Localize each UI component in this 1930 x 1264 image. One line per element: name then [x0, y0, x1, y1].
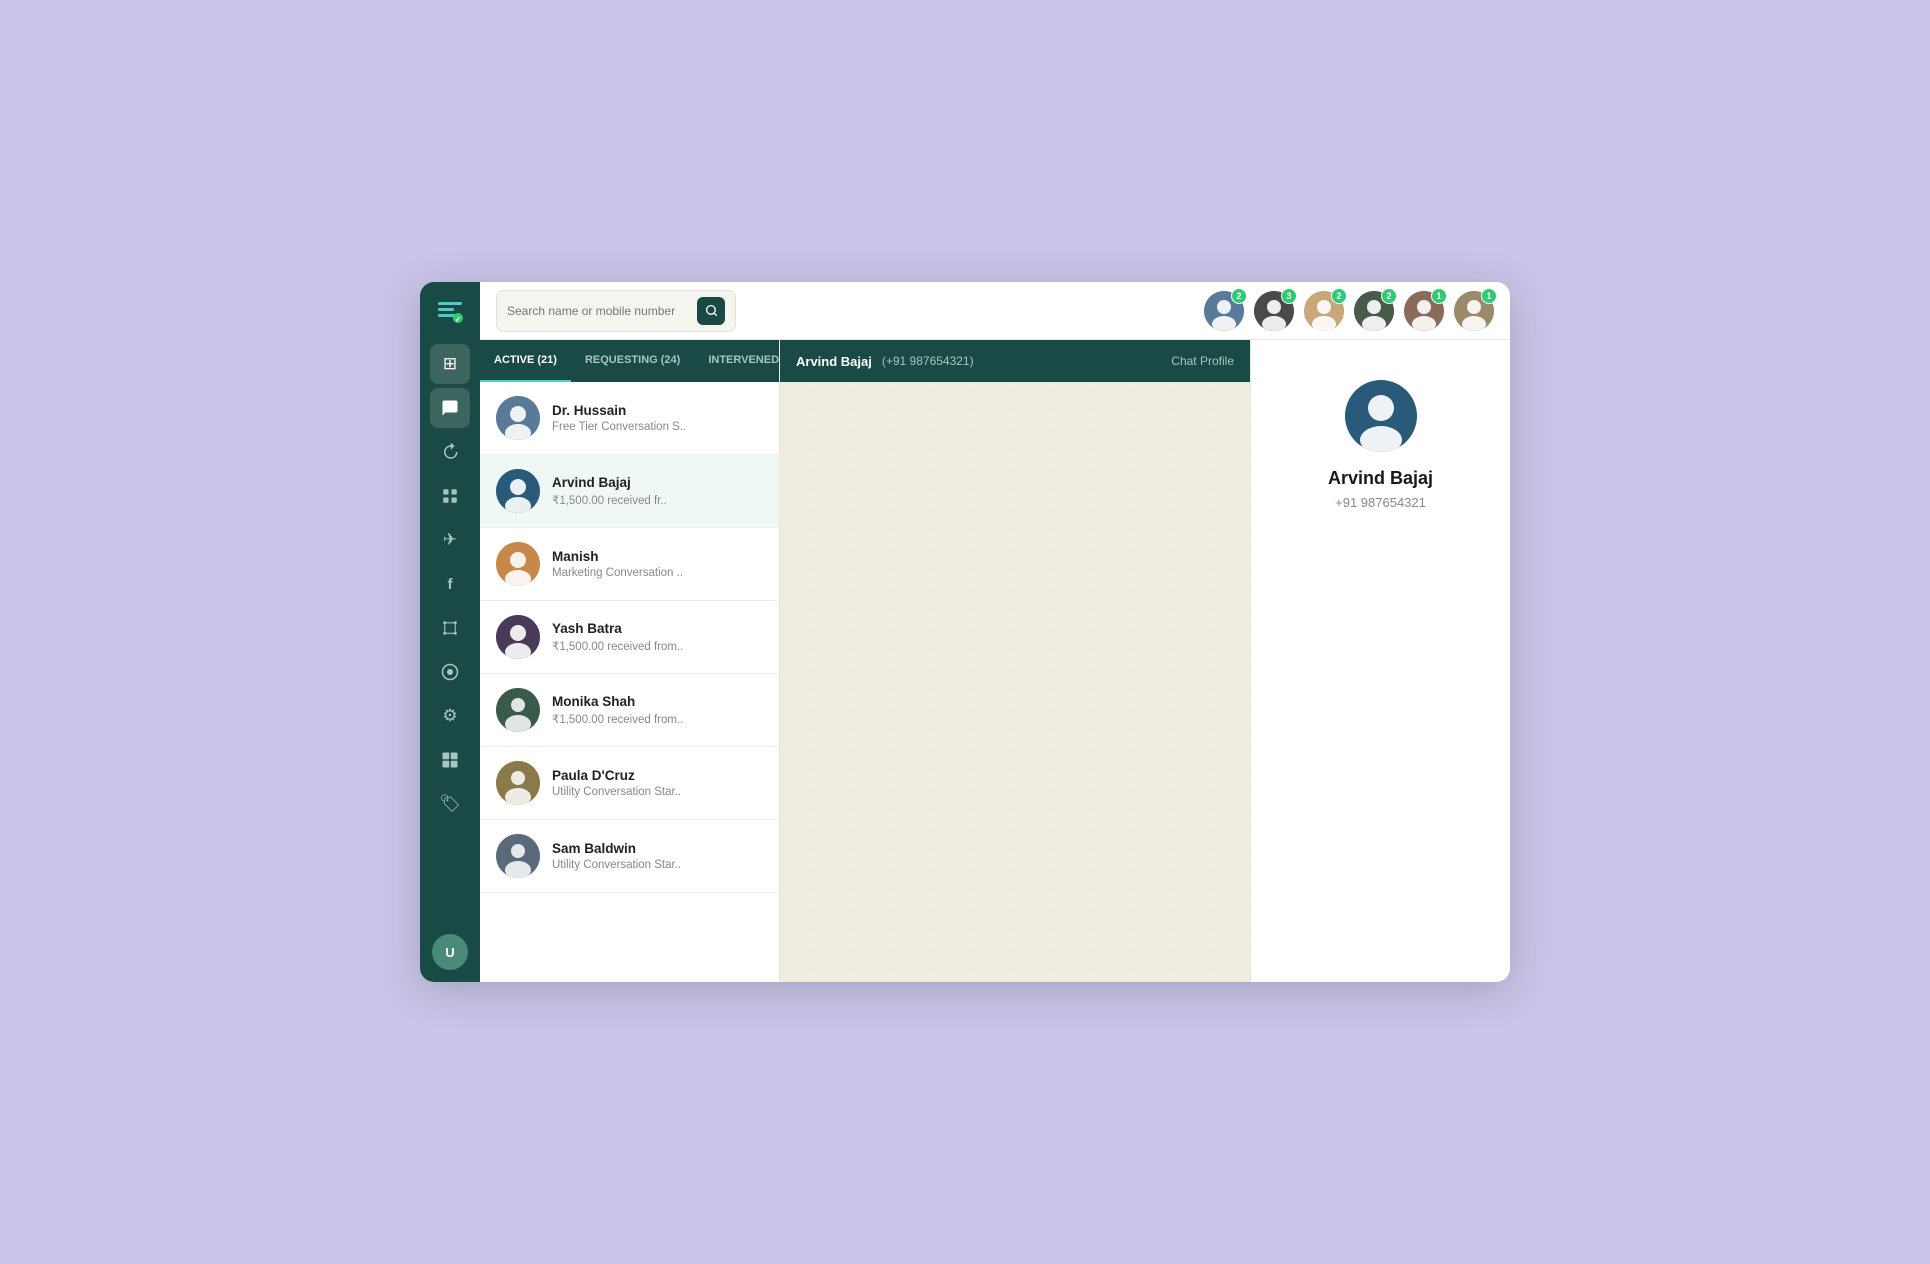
- profile-avatar: [1345, 380, 1417, 452]
- conv-preview-yash: ₹1,500.00 received from..: [552, 639, 763, 653]
- conv-info-paula: Paula D'Cruz Utility Conversation Star..: [552, 768, 763, 798]
- active-avatar-6[interactable]: 1: [1454, 291, 1494, 331]
- conversation-item-sam[interactable]: Sam Baldwin Utility Conversation Star..: [480, 820, 779, 893]
- conversation-item-paula[interactable]: Paula D'Cruz Utility Conversation Star..: [480, 747, 779, 820]
- active-avatar-3[interactable]: 2: [1304, 291, 1344, 331]
- avatar-badge-6: 1: [1481, 288, 1497, 304]
- conversation-list: Dr. Hussain Free Tier Conversation S..: [480, 382, 779, 982]
- conv-name-paula: Paula D'Cruz: [552, 768, 763, 783]
- conv-info-arvind: Arvind Bajaj ₹1,500.00 received fr..: [552, 475, 763, 507]
- conv-name-sam: Sam Baldwin: [552, 841, 763, 856]
- svg-text:✓: ✓: [455, 315, 462, 324]
- chat-header-name: Arvind Bajaj: [796, 354, 872, 369]
- active-avatars: 2 3: [1204, 291, 1494, 331]
- conv-info-manish: Manish Marketing Conversation ..: [552, 549, 763, 579]
- conv-info-monika: Monika Shah ₹1,500.00 received from..: [552, 694, 763, 726]
- conv-preview-arvind: ₹1,500.00 received fr..: [552, 493, 763, 507]
- labels-icon[interactable]: 🏷: [430, 784, 470, 824]
- chat-messages: [780, 382, 1250, 982]
- conversation-area: ACTIVE (21) REQUESTING (24) INTERVENED (…: [480, 340, 1510, 982]
- avatar-sam: [496, 834, 540, 878]
- conv-name-arvind: Arvind Bajaj: [552, 475, 763, 490]
- profile-phone: +91 987654321: [1335, 495, 1426, 510]
- history-icon[interactable]: [430, 432, 470, 472]
- active-avatar-2[interactable]: 3: [1254, 291, 1294, 331]
- top-bar: 2 3: [480, 282, 1510, 340]
- main-content: 2 3: [480, 282, 1510, 982]
- workflow-icon[interactable]: [430, 608, 470, 648]
- avatar-monika: [496, 688, 540, 732]
- profile-panel: Arvind Bajaj +91 987654321: [1250, 340, 1510, 982]
- avatar-badge-4: 2: [1381, 288, 1397, 304]
- active-avatar-5[interactable]: 1: [1404, 291, 1444, 331]
- report-icon[interactable]: [430, 652, 470, 692]
- conversation-item-yash[interactable]: Yash Batra ₹1,500.00 received from..: [480, 601, 779, 674]
- settings-icon[interactable]: ⚙: [430, 696, 470, 736]
- conv-name-yash: Yash Batra: [552, 621, 763, 636]
- flight-icon[interactable]: ✈: [430, 520, 470, 560]
- conversation-item-manish[interactable]: Manish Marketing Conversation ..: [480, 528, 779, 601]
- avatar-badge-5: 1: [1431, 288, 1447, 304]
- facebook-icon[interactable]: f: [430, 564, 470, 604]
- conv-preview-hussain: Free Tier Conversation S..: [552, 421, 763, 433]
- conv-name-manish: Manish: [552, 549, 763, 564]
- avatar-arvind: [496, 469, 540, 513]
- conv-preview-sam: Utility Conversation Star..: [552, 859, 763, 871]
- chat-panel: Arvind Bajaj (+91 987654321) Chat Profil…: [780, 340, 1250, 982]
- conv-info-sam: Sam Baldwin Utility Conversation Star..: [552, 841, 763, 871]
- avatar-badge-1: 2: [1231, 288, 1247, 304]
- avatar-paula: [496, 761, 540, 805]
- left-panel: ACTIVE (21) REQUESTING (24) INTERVENED (…: [480, 340, 780, 982]
- tab-active[interactable]: ACTIVE (21): [480, 340, 571, 382]
- avatar-badge-3: 2: [1331, 288, 1347, 304]
- integrations-icon[interactable]: [430, 740, 470, 780]
- app-logo[interactable]: ✓: [432, 294, 468, 330]
- chat-profile-button[interactable]: Chat Profile: [1171, 354, 1234, 368]
- conv-preview-paula: Utility Conversation Star..: [552, 786, 763, 798]
- conversation-item-hussain[interactable]: Dr. Hussain Free Tier Conversation S..: [480, 382, 779, 455]
- chat-header-phone: (+91 987654321): [882, 354, 974, 368]
- avatar-hussain: [496, 396, 540, 440]
- search-button[interactable]: [697, 297, 725, 325]
- sidebar: ✓ ⊞ ✈ f: [420, 282, 480, 982]
- tabs-bar: ACTIVE (21) REQUESTING (24) INTERVENED (…: [480, 340, 779, 382]
- avatar-manish: [496, 542, 540, 586]
- conv-name-monika: Monika Shah: [552, 694, 763, 709]
- chat-header: Arvind Bajaj (+91 987654321) Chat Profil…: [780, 340, 1250, 382]
- conv-info-yash: Yash Batra ₹1,500.00 received from..: [552, 621, 763, 653]
- user-avatar-sidebar[interactable]: U: [432, 934, 468, 970]
- conv-preview-manish: Marketing Conversation ..: [552, 567, 763, 579]
- conversation-item-monika[interactable]: Monika Shah ₹1,500.00 received from..: [480, 674, 779, 747]
- contacts-icon[interactable]: [430, 476, 470, 516]
- active-avatar-1[interactable]: 2: [1204, 291, 1244, 331]
- tab-requesting[interactable]: REQUESTING (24): [571, 340, 694, 382]
- avatar-badge-2: 3: [1281, 288, 1297, 304]
- active-avatar-4[interactable]: 2: [1354, 291, 1394, 331]
- search-box: [496, 290, 736, 332]
- conv-info-hussain: Dr. Hussain Free Tier Conversation S..: [552, 403, 763, 433]
- profile-name: Arvind Bajaj: [1328, 468, 1433, 489]
- conv-name-hussain: Dr. Hussain: [552, 403, 763, 418]
- conversation-item-arvind[interactable]: Arvind Bajaj ₹1,500.00 received fr..: [480, 455, 779, 528]
- app-window: ✓ ⊞ ✈ f: [420, 282, 1510, 982]
- conv-preview-monika: ₹1,500.00 received from..: [552, 712, 763, 726]
- avatar-yash: [496, 615, 540, 659]
- dashboard-icon[interactable]: ⊞: [430, 344, 470, 384]
- search-input[interactable]: [507, 304, 689, 318]
- chat-icon[interactable]: [430, 388, 470, 428]
